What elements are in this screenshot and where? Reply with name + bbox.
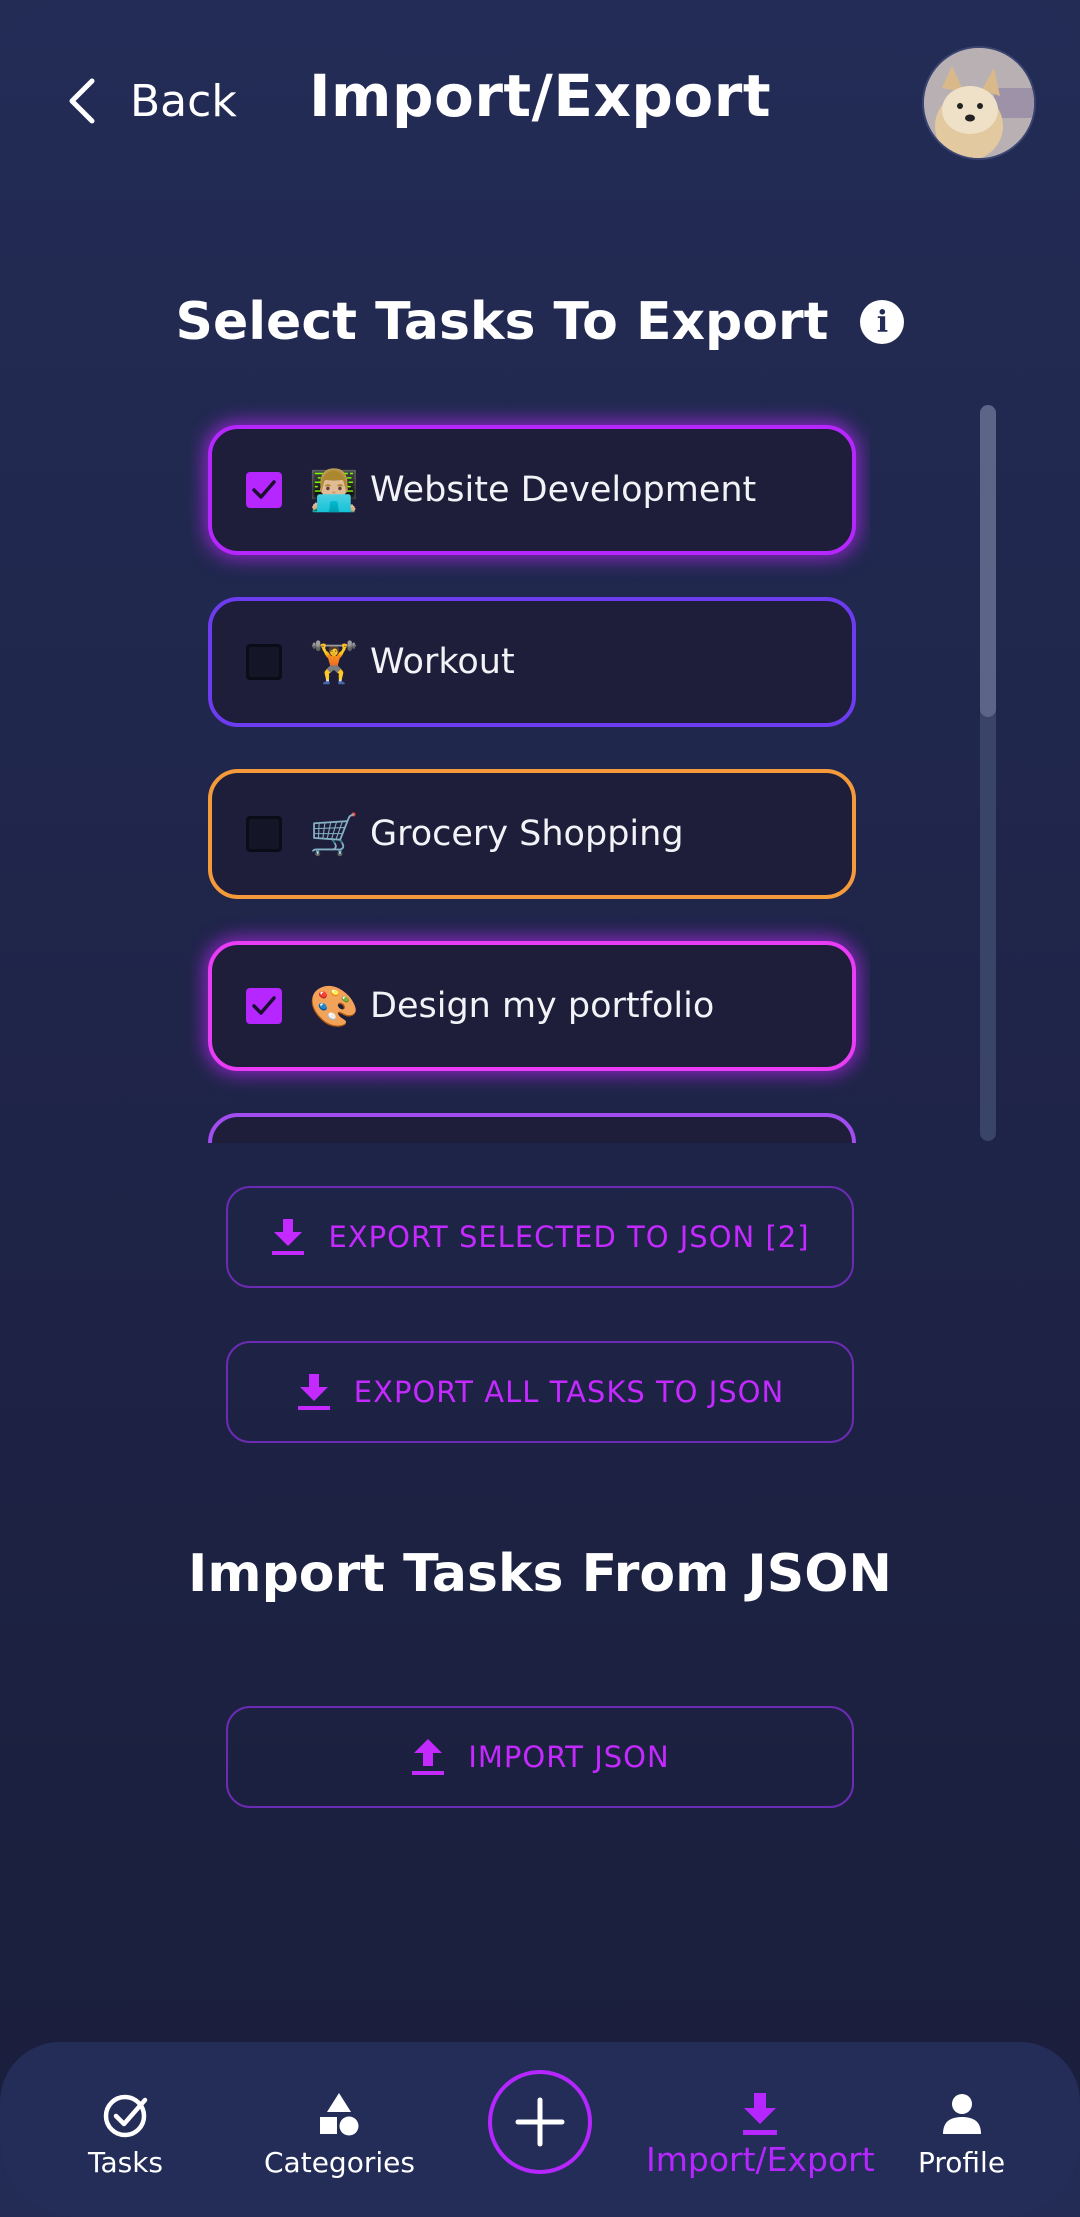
task-name: Design my portfolio bbox=[370, 986, 715, 1026]
export-all-label: EXPORT ALL TASKS TO JSON bbox=[353, 1375, 785, 1409]
checkmark-icon bbox=[252, 480, 276, 499]
task-item[interactable]: 🛒 Grocery Shopping bbox=[208, 769, 856, 899]
shapes-icon bbox=[320, 2093, 359, 2136]
check-circle-icon bbox=[103, 2094, 147, 2138]
task-checkbox[interactable] bbox=[246, 988, 282, 1024]
nav-label: Import/Export bbox=[646, 2140, 875, 2179]
import-json-button[interactable]: IMPORT JSON bbox=[226, 1706, 854, 1808]
task-name: Grocery Shopping bbox=[370, 814, 684, 854]
nav-label: Tasks bbox=[88, 2146, 164, 2179]
task-checkbox[interactable] bbox=[246, 816, 282, 852]
nav-label: Profile bbox=[918, 2146, 1006, 2179]
download-icon bbox=[743, 2093, 778, 2135]
task-name: Website Development bbox=[370, 470, 757, 510]
export-selected-label: EXPORT SELECTED TO JSON [2] bbox=[328, 1220, 810, 1254]
import-section-title: Import Tasks From JSON bbox=[188, 1544, 892, 1604]
task-item[interactable]: 🎨 Design my portfolio bbox=[208, 941, 856, 1071]
nav-item-import-export[interactable]: Import/Export bbox=[646, 2090, 875, 2179]
task-emoji: 🛒 bbox=[309, 811, 359, 858]
upload-icon bbox=[412, 1739, 445, 1775]
task-emoji: 🏋️ bbox=[309, 639, 359, 686]
task-list[interactable]: 👨🏼‍💻 Website Development 🏋️ Workout 🛒 Gr… bbox=[190, 405, 870, 1143]
task-emoji: 🎨 bbox=[309, 983, 359, 1030]
nav-item-tasks[interactable]: Tasks bbox=[88, 2090, 163, 2179]
person-icon bbox=[942, 2094, 981, 2134]
export-section-title: Select Tasks To Export i bbox=[0, 292, 1080, 352]
info-icon[interactable]: i bbox=[860, 300, 905, 344]
profile-photo-icon bbox=[924, 48, 1034, 158]
task-name: Workout bbox=[370, 642, 515, 682]
app-screen: Back Import/Export Select Tasks To Expor… bbox=[0, 0, 1080, 2217]
download-icon bbox=[272, 1219, 305, 1255]
task-emoji: 👨🏼‍💻 bbox=[309, 467, 359, 514]
plus-icon bbox=[515, 2097, 565, 2147]
checkmark-icon bbox=[252, 996, 276, 1015]
avatar[interactable] bbox=[922, 46, 1036, 160]
task-checkbox[interactable] bbox=[246, 472, 282, 508]
bottom-nav: Tasks Categories Import/Export Profile bbox=[0, 2042, 1080, 2217]
nav-label: Categories bbox=[264, 2146, 415, 2179]
nav-item-profile[interactable]: Profile bbox=[918, 2090, 1005, 2179]
download-icon bbox=[297, 1374, 330, 1410]
export-all-button[interactable]: EXPORT ALL TASKS TO JSON bbox=[226, 1341, 854, 1443]
export-section-label: Select Tasks To Export bbox=[175, 292, 829, 352]
add-task-button[interactable] bbox=[488, 2070, 592, 2174]
export-selected-button[interactable]: EXPORT SELECTED TO JSON [2] bbox=[226, 1186, 854, 1288]
task-checkbox[interactable] bbox=[246, 644, 282, 680]
nav-item-categories[interactable]: Categories bbox=[264, 2090, 415, 2179]
task-item[interactable]: 👨🏼‍💻 Website Development bbox=[208, 425, 856, 555]
task-item[interactable]: 🏋️ Workout bbox=[208, 597, 856, 727]
import-json-label: IMPORT JSON bbox=[468, 1740, 670, 1774]
scrollbar-thumb[interactable] bbox=[980, 405, 996, 717]
task-item[interactable] bbox=[208, 1113, 856, 1143]
page-title: Import/Export bbox=[308, 62, 772, 130]
